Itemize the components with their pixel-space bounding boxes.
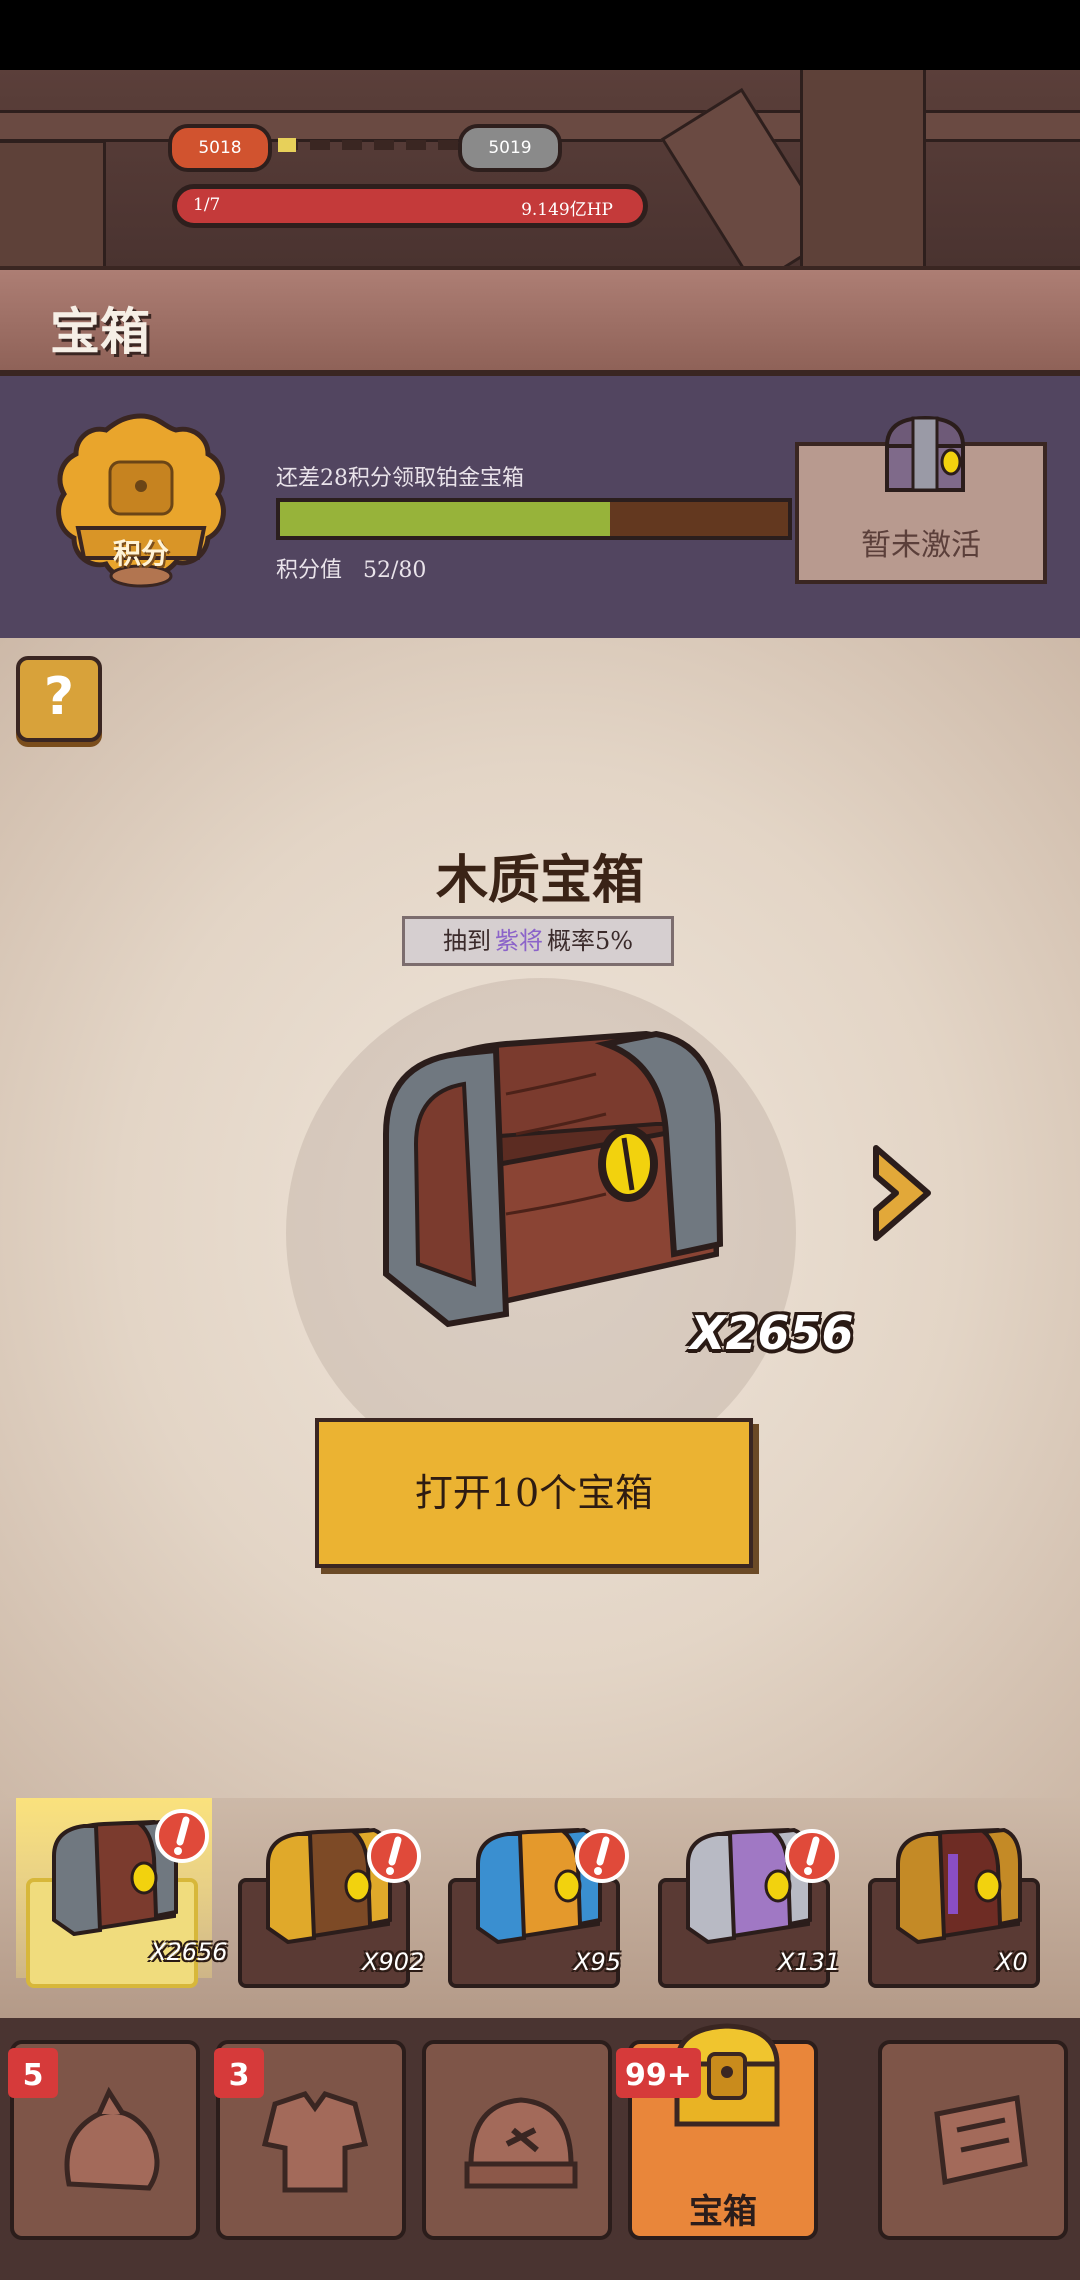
slot-count: X0 bbox=[996, 1948, 1028, 1976]
points-hint: 还差28积分领取铂金宝箱 bbox=[276, 466, 524, 491]
slot-count: X902 bbox=[362, 1948, 425, 1976]
drop-rate-highlight: 紫将 bbox=[494, 927, 543, 955]
hero-icon bbox=[64, 2086, 160, 2191]
help-button[interactable]: ? bbox=[16, 656, 102, 742]
alert-icon bbox=[575, 1829, 629, 1883]
slot-count: X131 bbox=[778, 1948, 841, 1976]
nav-badge: 99+ bbox=[616, 2048, 701, 2098]
inactive-label: 暂未激活 bbox=[861, 528, 981, 563]
points-badge-label: 积分 bbox=[112, 537, 169, 570]
chest-drop-rate: 抽到 紫将 概率5% bbox=[402, 916, 674, 966]
chest-slot-blue[interactable]: X95 bbox=[448, 1827, 621, 1988]
points-value-label: 积分值 bbox=[276, 558, 343, 583]
chest-slot-wood[interactable]: X2656 bbox=[26, 1819, 228, 1988]
points-panel: 积分 还差28积分领取铂金宝箱 积分值 52/80 暂未激活 bbox=[0, 376, 1080, 638]
boss-hp-value: 9.149亿HP bbox=[521, 200, 613, 220]
points-value-row: 积分值 52/80 bbox=[276, 552, 426, 584]
chest-count: X2656 bbox=[690, 1306, 854, 1360]
forge-icon bbox=[464, 2097, 578, 2189]
chest-main-area: ? 木质宝箱 抽到 紫将 概率5% X2656 打开10个宝箱 bbox=[0, 638, 1080, 1798]
chest-slot-purple[interactable]: X131 bbox=[658, 1827, 840, 1988]
drop-rate-prefix: 抽到 bbox=[442, 927, 491, 955]
slot-count: X95 bbox=[574, 1948, 621, 1976]
next-stage-badge: 5019 bbox=[458, 124, 562, 172]
slot-count: X2656 bbox=[150, 1938, 228, 1966]
stage-progress-marker bbox=[278, 138, 296, 152]
nav-badge: 3 bbox=[214, 2048, 264, 2098]
current-stage-badge: 5018 bbox=[168, 124, 272, 172]
chest-slot-dark[interactable]: X0 bbox=[868, 1827, 1040, 1988]
alert-icon bbox=[155, 1809, 209, 1863]
chest-name: 木质宝箱 bbox=[435, 851, 644, 911]
armor-icon bbox=[261, 2091, 369, 2193]
nav-tab-armor[interactable]: 3 bbox=[214, 2040, 406, 2240]
nav-tab-scroll[interactable] bbox=[878, 2040, 1068, 2240]
points-progress-fill bbox=[280, 502, 611, 536]
drop-rate-suffix: 概率5% bbox=[546, 927, 634, 955]
alert-icon bbox=[367, 1829, 421, 1883]
nav-tab-forge[interactable] bbox=[422, 2040, 612, 2240]
page-title: 宝箱 bbox=[50, 303, 150, 361]
wooden-chest-icon[interactable] bbox=[356, 1014, 736, 1344]
points-value: 52/80 bbox=[363, 558, 427, 583]
nav-tab-chest[interactable]: 99+ 宝箱 bbox=[616, 2023, 818, 2240]
next-chest-arrow-icon[interactable] bbox=[866, 1138, 938, 1248]
title-bar: 宝箱 bbox=[0, 266, 1080, 376]
nav-badge: 5 bbox=[8, 2048, 58, 2098]
chest-selector: X2656 X902 X95 X131 X0 bbox=[0, 1798, 1080, 2018]
platinum-chest-card[interactable]: 暂未激活 bbox=[795, 415, 1047, 584]
bottom-nav: 5 3 99+ 宝箱 bbox=[0, 2018, 1080, 2280]
points-badge[interactable]: 积分 bbox=[48, 408, 234, 594]
stage-progress-line bbox=[278, 140, 458, 160]
boss-hp-bar: 1/7 9.149亿HP bbox=[172, 184, 648, 228]
points-progress-bar bbox=[276, 498, 792, 540]
alert-icon bbox=[785, 1829, 839, 1883]
chest-slot-gold[interactable]: X902 bbox=[238, 1827, 424, 1988]
platinum-chest-icon bbox=[885, 415, 965, 492]
open-10-chests-button[interactable]: 打开10个宝箱 bbox=[315, 1418, 753, 1568]
dark-gold-chest-icon bbox=[896, 1827, 1022, 1944]
nav-tab-hero[interactable]: 5 bbox=[8, 2040, 200, 2240]
wave-counter: 1/7 bbox=[193, 195, 221, 215]
nav-tab-label: 宝箱 bbox=[689, 2192, 757, 2232]
battle-scene: 5018 5019 1/7 9.149亿HP bbox=[0, 70, 1080, 266]
scroll-icon bbox=[934, 2095, 1028, 2186]
